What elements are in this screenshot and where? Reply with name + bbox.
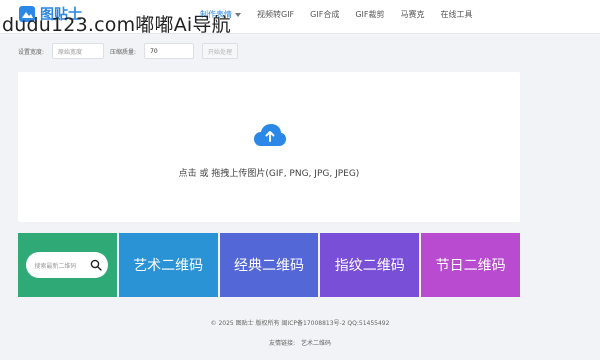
tile-art-qr[interactable]: 艺术二维码 — [118, 233, 218, 297]
footer-copyright: © 2025 图贴士 版权所有 闽ICP备17008813号-2 QQ:5145… — [210, 320, 390, 327]
tile-fingerprint-qr[interactable]: 指纹二维码 — [320, 233, 420, 297]
footer-link-art-qr[interactable]: 艺术二维码 — [301, 338, 331, 347]
tile-classic-qr[interactable]: 经典二维码 — [219, 233, 319, 297]
cloud-upload-icon — [254, 124, 286, 146]
chevron-down-icon — [235, 12, 241, 17]
nav-item-mosaic[interactable]: 马赛克 — [401, 9, 425, 20]
process-button[interactable]: 开始处理 — [202, 43, 239, 59]
qr-search-input[interactable]: 搜索最新二维码 — [26, 252, 109, 278]
nav-item-online-tools[interactable]: 在线工具 — [441, 9, 473, 20]
nav-item-gif-compose[interactable]: GIF合成 — [310, 9, 339, 20]
search-icon[interactable] — [90, 259, 103, 271]
tile-search: 搜索最新二维码 — [18, 233, 117, 297]
footer-links: 友情链接: 艺术二维码 — [0, 338, 600, 347]
links-label: 友情链接: — [268, 340, 295, 347]
tile-holiday-qr[interactable]: 节日二维码 — [421, 233, 520, 297]
watermark-text: dudu123.com嘟嘟Ai导航 — [2, 14, 231, 36]
nav-item-gif-crop[interactable]: GIF裁剪 — [355, 9, 384, 20]
search-placeholder: 搜索最新二维码 — [34, 262, 77, 270]
quality-label: 压缩质量: — [110, 48, 137, 56]
nav-item-video-to-gif[interactable]: 视频转GIF — [257, 9, 294, 20]
width-input[interactable]: 原始宽度 — [52, 43, 105, 59]
quality-input[interactable]: 70 — [144, 43, 195, 59]
main-nav: 制作表情 视频转GIF GIF合成 GIF裁剪 马赛克 在线工具 — [200, 9, 473, 20]
width-label: 设置宽度: — [18, 48, 45, 56]
qr-category-tiles: 搜索最新二维码 艺术二维码 经典二维码 指纹二维码 节日二维码 — [18, 233, 520, 297]
upload-hint: 点击 或 拖拽上传图片(GIF, PNG, JPG, JPEG) — [178, 169, 360, 179]
settings-row: 设置宽度: 原始宽度 压缩质量: 70 开始处理 — [18, 42, 582, 60]
